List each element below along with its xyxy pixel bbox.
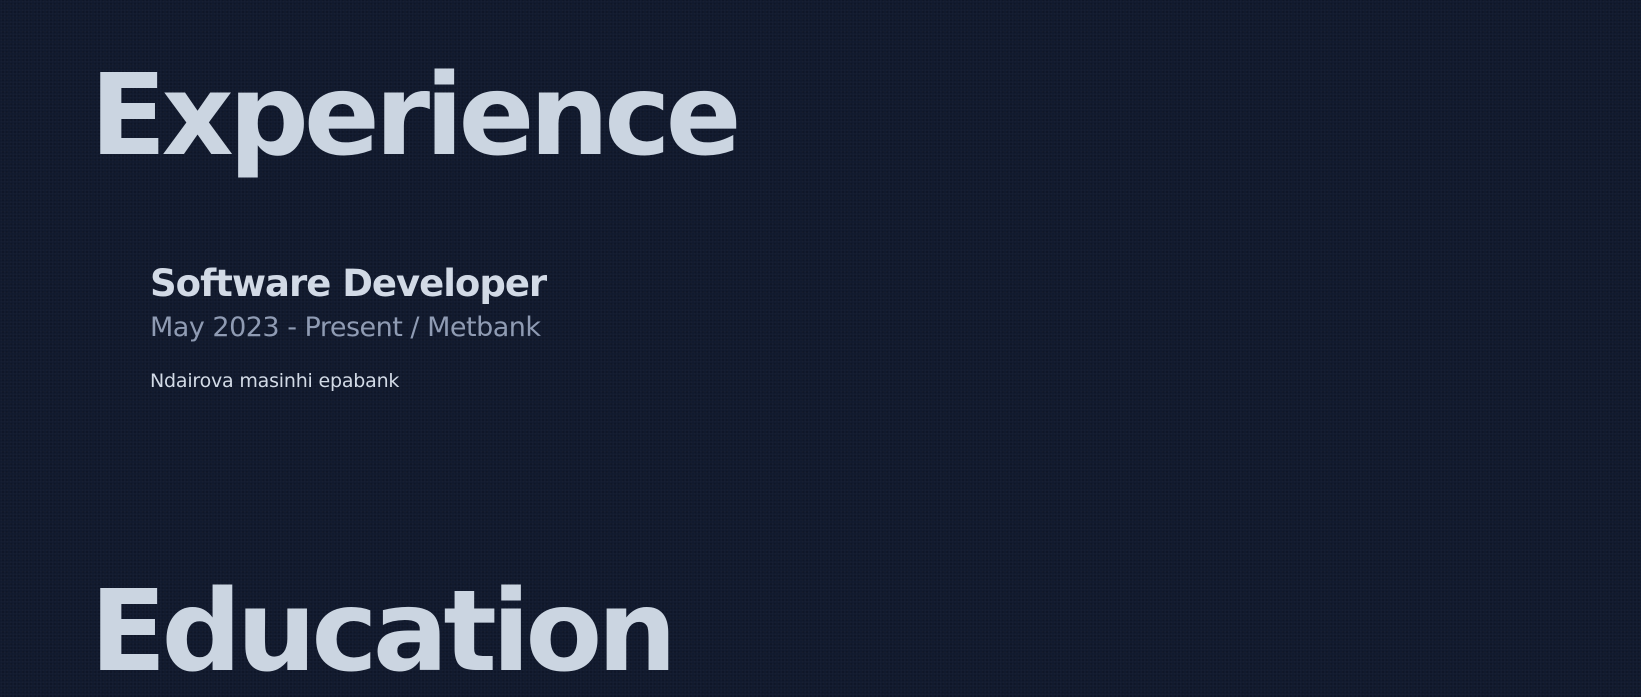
job-title: Software Developer [150, 262, 547, 305]
job-date-company: May 2023 - Present / Metbank [150, 312, 541, 343]
experience-heading: Experience [90, 51, 742, 181]
job-entry: Software Developer May 2023 - Present / … [150, 258, 547, 394]
education-heading: Education [90, 567, 677, 697]
job-description: Ndairova masinhi epabank [150, 370, 400, 392]
